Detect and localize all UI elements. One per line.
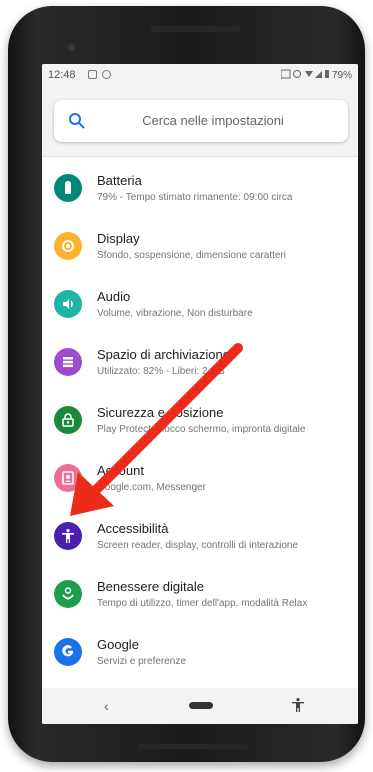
phone-frame: 12:48 79% Cerca nelle impostazioni Batte… [8, 6, 365, 762]
item-title: Audio [97, 289, 131, 304]
status-right-icons: 79% [280, 69, 352, 81]
account-icon [54, 464, 82, 492]
item-subtitle: Sfondo, sospensione, dimensione caratter… [97, 250, 287, 261]
item-title: Account [97, 463, 144, 478]
item-title: Accessibilità [97, 521, 169, 536]
navigation-bar: ‹ [42, 688, 358, 724]
front-camera [68, 44, 75, 51]
search-placeholder: Cerca nelle impostazioni [142, 113, 284, 128]
item-title: Display [97, 231, 140, 246]
settings-item-display[interactable]: Display Sfondo, sospensione, dimensione … [42, 218, 358, 276]
signal-wifi-icon [280, 69, 330, 79]
item-subtitle: Screen reader, display, controlli di int… [97, 540, 299, 551]
settings-item-audio[interactable]: Audio Volume, vibrazione, Non disturbare [42, 276, 358, 334]
item-title: Batteria [97, 173, 142, 188]
settings-item-accessibility[interactable]: Accessibilità Screen reader, display, co… [42, 508, 358, 566]
accessibility-icon [54, 522, 82, 550]
wellbeing-icon [54, 580, 82, 608]
search-bar[interactable]: Cerca nelle impostazioni [54, 100, 348, 142]
notification-icon [102, 70, 111, 79]
divider [42, 156, 358, 157]
item-title: Sicurezza e posizione [97, 405, 224, 420]
item-title: Spazio di archiviazione [97, 347, 230, 362]
item-subtitle: Volume, vibrazione, Non disturbare [97, 308, 253, 319]
earpiece-speaker [150, 26, 240, 32]
settings-item-google[interactable]: Google Servizi e preferenze [42, 624, 358, 682]
settings-item-account[interactable]: Account Google.com, Messenger [42, 450, 358, 508]
brightness-icon [54, 232, 82, 260]
item-subtitle: Tempo di utilizzo, timer dell'app, modal… [97, 598, 308, 609]
settings-item-security[interactable]: Sicurezza e posizione Play Protect, bloc… [42, 392, 358, 450]
item-subtitle: Google.com, Messenger [97, 482, 206, 493]
item-title: Benessere digitale [97, 579, 204, 594]
notification-icon [88, 70, 97, 79]
status-bar: 12:48 79% [42, 64, 358, 88]
item-subtitle: Servizi e preferenze [97, 656, 186, 667]
battery-icon [54, 174, 82, 202]
item-title: Google [97, 637, 139, 652]
accessibility-shortcut-icon[interactable] [290, 697, 306, 713]
battery-percent: 79% [331, 70, 352, 81]
settings-item-storage[interactable]: Spazio di archiviazione Utilizzato: 82% … [42, 334, 358, 392]
status-time: 12:48 [48, 69, 76, 81]
item-subtitle: Utilizzato: 82% - Liberi: 2 GB [97, 366, 225, 377]
bottom-speaker [138, 744, 248, 749]
item-subtitle: Play Protect, blocco schermo, impronta d… [97, 424, 306, 435]
screen: 12:48 79% Cerca nelle impostazioni Batte… [42, 64, 358, 724]
settings-item-battery[interactable]: Batteria 79% - Tempo stimato rimanente: … [42, 160, 358, 218]
back-icon[interactable]: ‹ [104, 698, 109, 714]
home-button[interactable] [189, 702, 213, 709]
google-icon [54, 638, 82, 666]
item-subtitle: 79% - Tempo stimato rimanente: 09:00 cir… [97, 192, 293, 203]
volume-icon [54, 290, 82, 318]
settings-item-wellbeing[interactable]: Benessere digitale Tempo di utilizzo, ti… [42, 566, 358, 624]
lock-icon [54, 406, 82, 434]
storage-icon [54, 348, 82, 376]
